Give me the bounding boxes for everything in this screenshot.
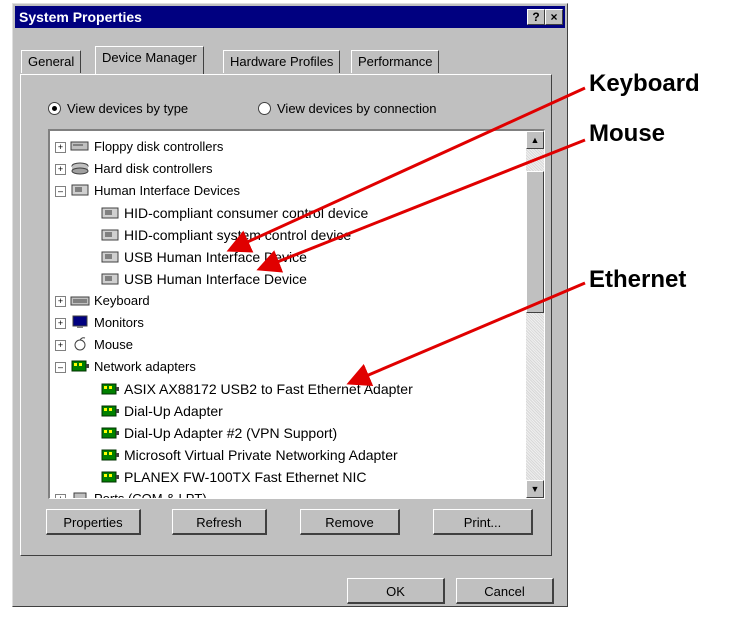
arrow-keyboard	[226, 86, 586, 253]
arrow-ethernet	[346, 281, 586, 387]
arrow-mouse	[256, 138, 586, 273]
tab-device-manager[interactable]: Device Manager	[95, 46, 204, 74]
annotation-arrows	[226, 86, 586, 387]
